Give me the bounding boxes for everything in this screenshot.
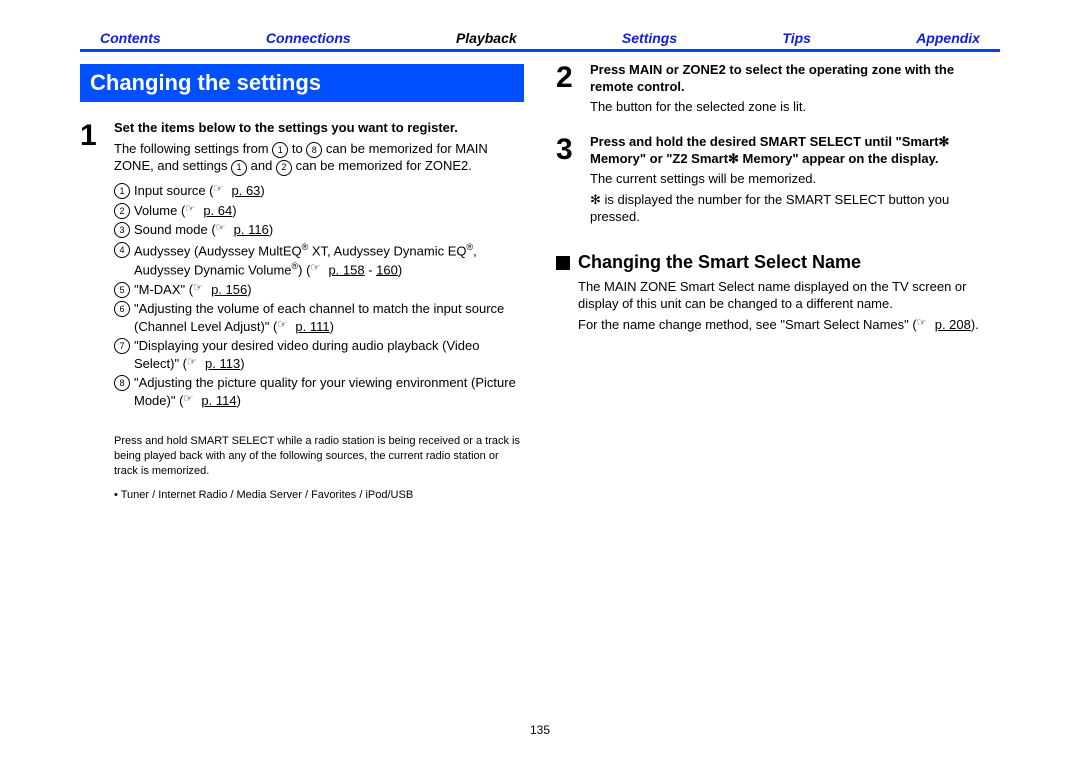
- page-ref-icon: [187, 358, 203, 368]
- page-link[interactable]: p. 113: [205, 356, 240, 371]
- step-1-list: 1Input source (p. 63) 2Volume (p. 64) 3S…: [114, 182, 524, 409]
- nav-rule: [80, 49, 1000, 52]
- step-2-line: The button for the selected zone is lit.: [590, 99, 1000, 116]
- step-3-line2: ✻ is displayed the number for the SMART …: [590, 192, 1000, 226]
- page-ref-icon: [917, 319, 933, 329]
- nav-tips[interactable]: Tips: [782, 30, 811, 46]
- nav-connections[interactable]: Connections: [266, 30, 351, 46]
- list-item: 7"Displaying your desired video during a…: [114, 337, 524, 372]
- page-link[interactable]: p. 63: [232, 183, 261, 198]
- nav-appendix[interactable]: Appendix: [916, 30, 980, 46]
- right-column: 2 Press MAIN or ZONE2 to select the oper…: [556, 62, 1000, 517]
- step-3-title: Press and hold the desired SMART SELECT …: [590, 134, 1000, 167]
- step-2-title: Press MAIN or ZONE2 to select the operat…: [590, 62, 1000, 95]
- sub-para-2: For the name change method, see "Smart S…: [578, 317, 1000, 334]
- step-2-number: 2: [556, 62, 578, 120]
- list-item: 5"M-DAX" (p. 156): [114, 281, 524, 299]
- page-link[interactable]: p. 208: [935, 317, 971, 332]
- page-link[interactable]: p. 158: [328, 262, 364, 277]
- list-item: 8"Adjusting the picture quality for your…: [114, 374, 524, 409]
- page-ref-icon: [310, 264, 326, 274]
- page-link[interactable]: p. 64: [203, 203, 232, 218]
- page-number: 135: [0, 723, 1080, 737]
- square-bullet-icon: [556, 256, 570, 270]
- step-3-number: 3: [556, 134, 578, 230]
- nav-contents[interactable]: Contents: [100, 30, 161, 46]
- page-ref-icon: [214, 185, 230, 195]
- page-ref-icon: [216, 224, 232, 234]
- step-3-line1: The current settings will be memorized.: [590, 171, 1000, 188]
- page-link[interactable]: p. 156: [211, 282, 247, 297]
- list-item: 1Input source (p. 63): [114, 182, 524, 200]
- step-1-followup: The following settings from 1 to 8 can b…: [114, 141, 524, 177]
- page-link[interactable]: p. 114: [201, 393, 236, 408]
- list-item: 6"Adjusting the volume of each channel t…: [114, 300, 524, 335]
- list-item: 4Audyssey (Audyssey MultEQ® XT, Audyssey…: [114, 241, 524, 279]
- left-column: Changing the settings 1 Set the items be…: [80, 62, 524, 517]
- sub-para-1: The MAIN ZONE Smart Select name displaye…: [578, 279, 1000, 313]
- subheading-title: Changing the Smart Select Name: [578, 252, 861, 273]
- step-1-title: Set the items below to the settings you …: [114, 120, 524, 137]
- page-link[interactable]: 160: [376, 262, 398, 277]
- nav-settings[interactable]: Settings: [622, 30, 677, 46]
- page-link[interactable]: p. 116: [234, 222, 269, 237]
- step-1: 1 Set the items below to the settings yo…: [80, 120, 524, 503]
- page-ref-icon: [277, 321, 293, 331]
- subheading: Changing the Smart Select Name: [556, 252, 1000, 273]
- page-ref-icon: [193, 284, 209, 294]
- page-ref-icon: [185, 205, 201, 215]
- nav-playback[interactable]: Playback: [456, 30, 517, 46]
- list-item: 2Volume (p. 64): [114, 202, 524, 220]
- page-ref-icon: [183, 395, 199, 405]
- section-heading: Changing the settings: [80, 64, 524, 102]
- page-link[interactable]: p. 111: [295, 319, 329, 334]
- step-2: 2 Press MAIN or ZONE2 to select the oper…: [556, 62, 1000, 120]
- step-1-number: 1: [80, 120, 102, 503]
- step-1-note: Press and hold SMART SELECT while a radi…: [114, 426, 524, 504]
- step-3: 3 Press and hold the desired SMART SELEC…: [556, 134, 1000, 230]
- list-item: 3Sound mode (p. 116): [114, 221, 524, 239]
- top-nav: Contents Connections Playback Settings T…: [80, 30, 1000, 46]
